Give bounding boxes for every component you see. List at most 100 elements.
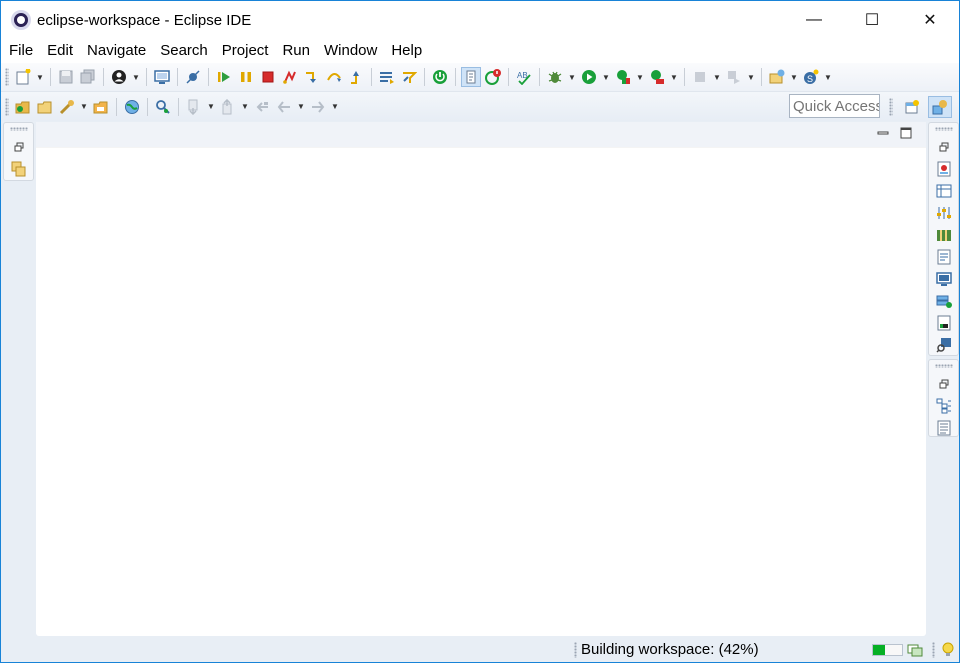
- next-annotation-icon[interactable]: [184, 97, 204, 117]
- account-icon[interactable]: [109, 67, 129, 87]
- servers-icon[interactable]: [934, 291, 954, 311]
- restore-icon[interactable]: [934, 137, 954, 157]
- debug-icon[interactable]: [545, 67, 565, 87]
- step-into-icon[interactable]: [302, 67, 322, 87]
- menu-edit[interactable]: Edit: [40, 39, 80, 63]
- outline-icon[interactable]: [934, 396, 954, 416]
- previous-annotation-icon[interactable]: [218, 97, 238, 117]
- back-dropdown-icon[interactable]: ▼: [295, 97, 307, 117]
- sync-error-icon[interactable]: [483, 67, 503, 87]
- external-tools-icon[interactable]: [647, 67, 667, 87]
- new-wizard-icon[interactable]: [13, 67, 33, 87]
- menu-window[interactable]: Window: [317, 39, 384, 63]
- breakpoints-icon[interactable]: [934, 225, 954, 245]
- coverage-icon[interactable]: [613, 67, 633, 87]
- task-list-icon[interactable]: [934, 159, 954, 179]
- console-icon[interactable]: [934, 269, 954, 289]
- restore-icon[interactable]: [934, 374, 954, 394]
- menu-run[interactable]: Run: [275, 39, 317, 63]
- restore-icon[interactable]: [9, 137, 29, 157]
- new-java-project-icon[interactable]: [767, 67, 787, 87]
- open-type-icon[interactable]: [57, 97, 77, 117]
- eclipse-logo-icon: [11, 10, 31, 30]
- debug-dropdown-icon[interactable]: ▼: [566, 67, 578, 87]
- use-step-filters-icon[interactable]: [399, 67, 419, 87]
- secondary-toolbar: ▼ ▼ ▼ ▼ ▼: [1, 92, 959, 121]
- toolbar-grip[interactable]: [5, 68, 9, 86]
- trim-grip[interactable]: [934, 364, 953, 368]
- previous-annotation-dropdown-icon[interactable]: ▼: [239, 97, 251, 117]
- quick-access-field[interactable]: [789, 94, 880, 118]
- back-icon[interactable]: [274, 97, 294, 117]
- forward-dropdown-icon[interactable]: ▼: [329, 97, 341, 117]
- profile-disabled-icon[interactable]: [724, 67, 744, 87]
- new-dropdown-icon[interactable]: ▼: [34, 67, 46, 87]
- editor-area[interactable]: [36, 122, 926, 636]
- package-explorer-icon[interactable]: [9, 159, 29, 179]
- progress-view-icon[interactable]: [906, 641, 924, 659]
- terminate-icon[interactable]: [258, 67, 278, 87]
- search-icon[interactable]: [153, 97, 173, 117]
- toolbar-separator: [103, 68, 104, 86]
- java-perspective-icon[interactable]: [928, 95, 952, 118]
- skip-breakpoints-icon[interactable]: [183, 67, 203, 87]
- menu-navigate[interactable]: Navigate: [80, 39, 153, 63]
- save-all-icon[interactable]: [78, 67, 98, 87]
- toolbar-grip[interactable]: [889, 97, 893, 116]
- open-task-icon[interactable]: [91, 97, 111, 117]
- toggle-breadcrumb-icon[interactable]: [461, 67, 481, 87]
- maximize-editor-icon[interactable]: [899, 126, 913, 140]
- menu-help[interactable]: Help: [384, 39, 429, 63]
- account-dropdown-icon[interactable]: ▼: [130, 67, 142, 87]
- properties-icon[interactable]: [934, 181, 954, 201]
- terminal-icon[interactable]: [152, 67, 172, 87]
- new-class-dropdown-icon[interactable]: ▼: [822, 67, 834, 87]
- close-button[interactable]: ✕: [901, 1, 959, 39]
- run-dropdown-icon[interactable]: ▼: [600, 67, 612, 87]
- toolbar-grip[interactable]: [5, 97, 9, 116]
- open-perspective-icon[interactable]: [900, 96, 924, 118]
- search-results-icon[interactable]: [934, 335, 954, 355]
- external-tools-dropdown-icon[interactable]: ▼: [668, 67, 680, 87]
- trim-grip[interactable]: [9, 127, 28, 131]
- new-java-project-dropdown-icon[interactable]: ▼: [788, 67, 800, 87]
- disconnect-icon[interactable]: [280, 67, 300, 87]
- run-icon[interactable]: [579, 67, 599, 87]
- menu-project[interactable]: Project: [215, 39, 276, 63]
- menu-search[interactable]: Search: [153, 39, 215, 63]
- expressions-icon[interactable]: [934, 247, 954, 267]
- progress-bar[interactable]: [872, 644, 903, 656]
- open-folder-icon[interactable]: [35, 97, 55, 117]
- open-project-icon[interactable]: [13, 97, 33, 117]
- save-icon[interactable]: [56, 67, 76, 87]
- toolbar-separator: [147, 97, 148, 116]
- lightbulb-icon[interactable]: [939, 641, 957, 659]
- minimize-editor-icon[interactable]: [876, 126, 890, 140]
- last-edit-location-icon[interactable]: [252, 97, 272, 117]
- variables-icon[interactable]: [934, 203, 954, 223]
- profile-dropdown-icon[interactable]: ▼: [745, 67, 757, 87]
- coverage-dropdown-icon[interactable]: ▼: [634, 67, 646, 87]
- svg-text:S: S: [807, 74, 813, 84]
- stop-dropdown-icon[interactable]: ▼: [711, 67, 723, 87]
- minimize-button[interactable]: —: [785, 1, 843, 39]
- forward-icon[interactable]: [308, 97, 328, 117]
- open-type-dropdown-icon[interactable]: ▼: [78, 97, 90, 117]
- spell-check-icon[interactable]: AB: [514, 67, 534, 87]
- stop-disabled-icon[interactable]: [690, 67, 710, 87]
- menu-file[interactable]: File: [1, 39, 40, 63]
- resume-icon[interactable]: [214, 67, 234, 87]
- task-list-view-icon[interactable]: [934, 418, 954, 438]
- web-browser-icon[interactable]: [122, 97, 142, 117]
- start-server-icon[interactable]: [430, 67, 450, 87]
- new-class-icon[interactable]: S: [801, 67, 821, 87]
- next-annotation-dropdown-icon[interactable]: ▼: [205, 97, 217, 117]
- toolbar-separator: [684, 68, 685, 86]
- step-over-icon[interactable]: [324, 67, 344, 87]
- suspend-icon[interactable]: [236, 67, 256, 87]
- maximize-button[interactable]: ☐: [843, 1, 901, 39]
- trim-grip[interactable]: [934, 127, 953, 131]
- drop-to-frame-icon[interactable]: [377, 67, 397, 87]
- problems-icon[interactable]: [934, 313, 954, 333]
- step-return-icon[interactable]: [346, 67, 366, 87]
